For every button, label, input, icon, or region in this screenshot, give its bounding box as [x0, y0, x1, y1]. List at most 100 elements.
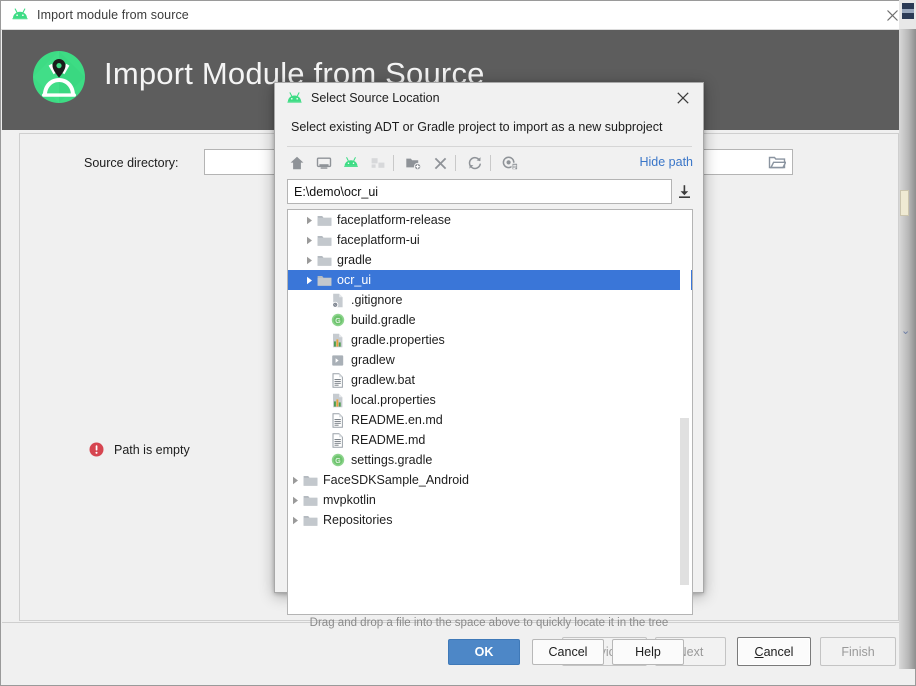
finish-button[interactable]: Finish — [820, 637, 896, 666]
chevron-right-icon[interactable] — [288, 490, 302, 510]
script-file-icon — [330, 350, 346, 370]
android-device-icon[interactable] — [341, 153, 361, 173]
tree-row[interactable]: FaceSDKSample_Android — [288, 470, 692, 490]
chevron-right-icon[interactable] — [288, 470, 302, 490]
folder-browse-icon[interactable] — [768, 154, 787, 170]
tree-row[interactable]: README.en.md — [288, 410, 692, 430]
dialog-title-text: Select Source Location — [311, 91, 440, 105]
chevron-right-icon[interactable] — [288, 510, 302, 530]
close-icon — [886, 9, 898, 21]
cancel-button[interactable]: Cancel — [737, 637, 811, 666]
dialog-separator — [287, 146, 692, 147]
dialog-titlebar: Select Source Location — [275, 83, 703, 113]
tree-row[interactable]: ocr_ui — [288, 270, 692, 290]
wizard-error-text: Path is empty — [114, 442, 190, 457]
tree-row-label: .gitignore — [351, 293, 403, 307]
path-input[interactable] — [287, 179, 672, 204]
tree-scrollbar-track[interactable] — [680, 211, 691, 614]
tree-row[interactable]: Repositories — [288, 510, 692, 530]
chevron-right-icon[interactable] — [302, 230, 316, 250]
error-icon — [89, 442, 104, 457]
tree-row-label: ocr_ui — [337, 273, 372, 287]
home-icon[interactable] — [287, 153, 307, 173]
tree-row[interactable]: Gbuild.gradle — [288, 310, 692, 330]
properties-file-icon — [330, 390, 346, 410]
chevron-right-icon[interactable] — [302, 270, 316, 290]
drop-down-history-icon[interactable] — [676, 183, 693, 200]
tree-row-label: README.md — [351, 433, 426, 447]
tree-row[interactable]: local.properties — [288, 390, 692, 410]
help-button[interactable]: Help — [612, 639, 684, 665]
folder-icon — [316, 210, 332, 230]
new-folder-icon[interactable] — [403, 153, 423, 173]
gradle-file-icon: G — [330, 310, 346, 330]
hide-path-link[interactable]: Hide path — [639, 155, 693, 169]
tree-row[interactable]: mvpkotlin — [288, 490, 692, 510]
tree-row-label: settings.gradle — [351, 453, 433, 467]
tree-row-label: build.gradle — [351, 313, 416, 327]
gradle-file-icon: G — [330, 450, 346, 470]
tree-row[interactable]: gradle — [288, 250, 692, 270]
folder-icon — [316, 250, 332, 270]
select-source-location-dialog: Select Source Location Select existing A… — [274, 82, 704, 665]
show-hidden-icon[interactable] — [500, 153, 520, 173]
tree-scrollbar-thumb[interactable] — [680, 418, 689, 585]
tree-row-label: Repositories — [323, 513, 393, 527]
tree-row[interactable]: README.md — [288, 430, 692, 450]
refresh-icon[interactable] — [465, 153, 485, 173]
tree-row-label: faceplatform-release — [337, 213, 451, 227]
dialog-hint-text: Drag and drop a file into the space abov… — [309, 617, 669, 629]
gitignore-file-icon — [330, 290, 346, 310]
background-window-tab — [900, 190, 909, 216]
tree-row[interactable]: faceplatform-ui — [288, 230, 692, 250]
tree-row-label: gradle — [337, 253, 372, 267]
tree-row-label: faceplatform-ui — [337, 233, 420, 247]
dialog-close-button[interactable] — [663, 83, 703, 113]
tree-row[interactable]: .gitignore — [288, 290, 692, 310]
toolbar-divider — [393, 155, 394, 171]
ok-button[interactable]: OK — [448, 639, 520, 665]
background-window-mark: ⌄ — [901, 325, 911, 337]
source-directory-label: Source directory: — [84, 156, 179, 170]
background-window-sliver — [899, 29, 916, 669]
directory-tree[interactable]: faceplatform-release faceplatform-ui gradl… — [287, 209, 693, 615]
delete-icon[interactable] — [430, 153, 450, 173]
tree-row[interactable]: Gsettings.gradle — [288, 450, 692, 470]
tree-row-label: gradlew.bat — [351, 373, 415, 387]
path-row — [287, 179, 693, 204]
chevron-right-icon[interactable] — [302, 210, 316, 230]
chevron-right-icon[interactable] — [302, 250, 316, 270]
tree-row[interactable]: gradlew — [288, 350, 692, 370]
tree-row-label: FaceSDKSample_Android — [323, 473, 469, 487]
text-file-icon — [330, 370, 346, 390]
finish-button-label: Finish — [841, 644, 875, 659]
dialog-cancel-button[interactable]: Cancel — [532, 639, 604, 665]
tree-row[interactable]: gradlew.bat — [288, 370, 692, 390]
tree-row[interactable]: gradle.properties — [288, 330, 692, 350]
help-button-label: Help — [635, 645, 661, 659]
close-icon — [677, 92, 689, 104]
dialog-subtitle: Select existing ADT or Gradle project to… — [291, 120, 663, 134]
tree-row[interactable]: faceplatform-release — [288, 210, 692, 230]
desktop-icon[interactable] — [314, 153, 334, 173]
project-structure-icon — [368, 153, 388, 173]
svg-text:G: G — [335, 318, 340, 325]
